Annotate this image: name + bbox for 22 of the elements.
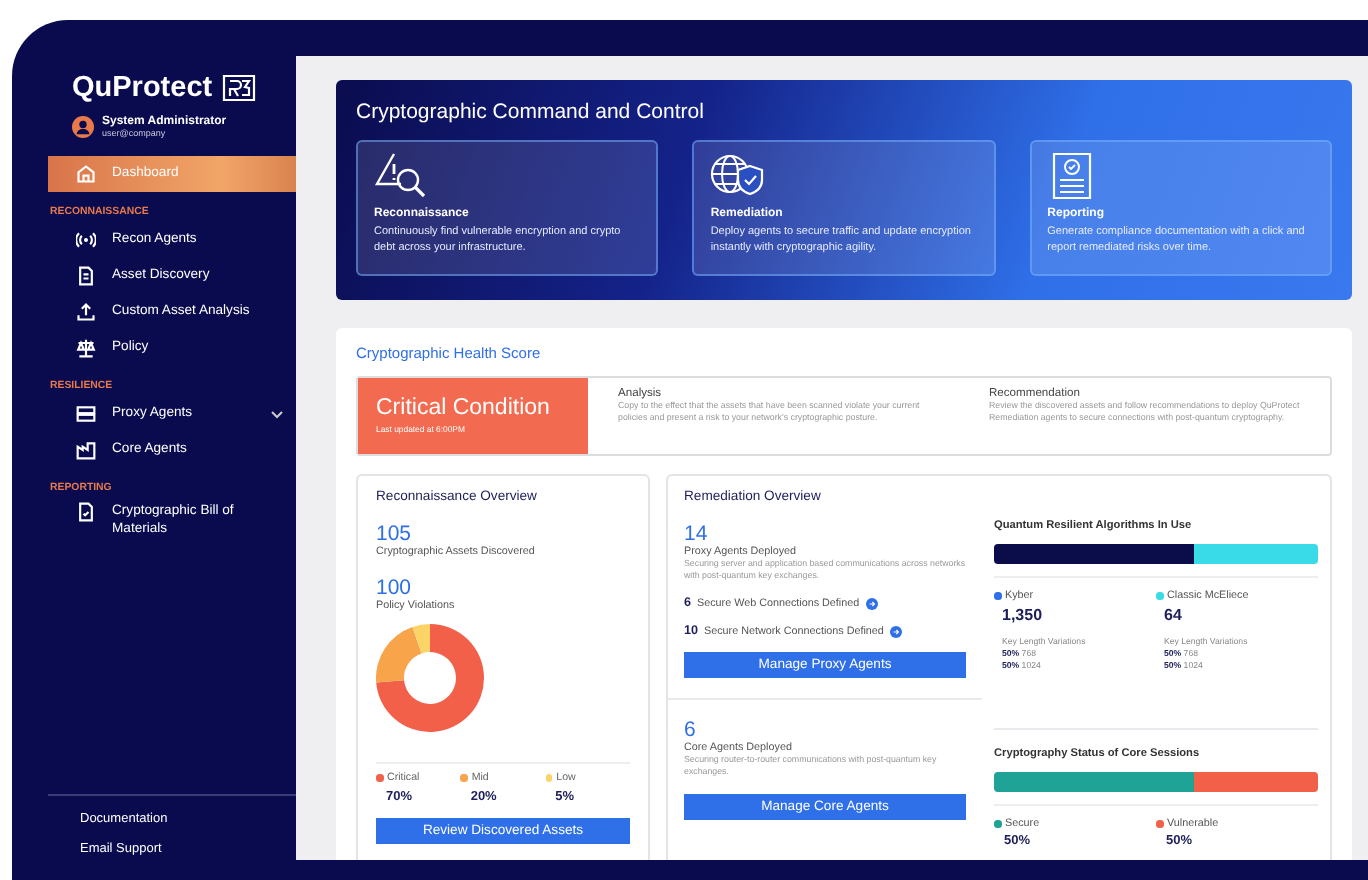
status-label: Critical Condition: [376, 396, 552, 420]
stat-value: 6: [684, 718, 696, 743]
document-icon: [76, 266, 96, 286]
stat-value: 14: [684, 522, 710, 546]
app-logo: QuProtect: [72, 72, 213, 104]
arrow-circle-icon: [865, 597, 878, 610]
home-icon: [76, 164, 96, 184]
stat-value: 100: [376, 576, 414, 600]
signal-icon: [76, 230, 96, 250]
arrow-circle-icon: [889, 625, 902, 638]
document-icon: [76, 502, 96, 522]
chevron-down-icon: [270, 409, 284, 419]
hero-title: Cryptographic Command and Control: [356, 100, 706, 124]
factory-icon: [76, 440, 96, 460]
logo-mark-icon: [222, 74, 257, 102]
upload-icon: [76, 302, 96, 322]
stat-value: 105: [376, 522, 414, 546]
avatar-icon: [72, 116, 94, 138]
algorithm-count: 1,350: [1002, 606, 1045, 624]
scales-icon: [76, 338, 96, 358]
algorithm-count: 64: [1164, 606, 1184, 624]
server-icon: [76, 404, 96, 424]
